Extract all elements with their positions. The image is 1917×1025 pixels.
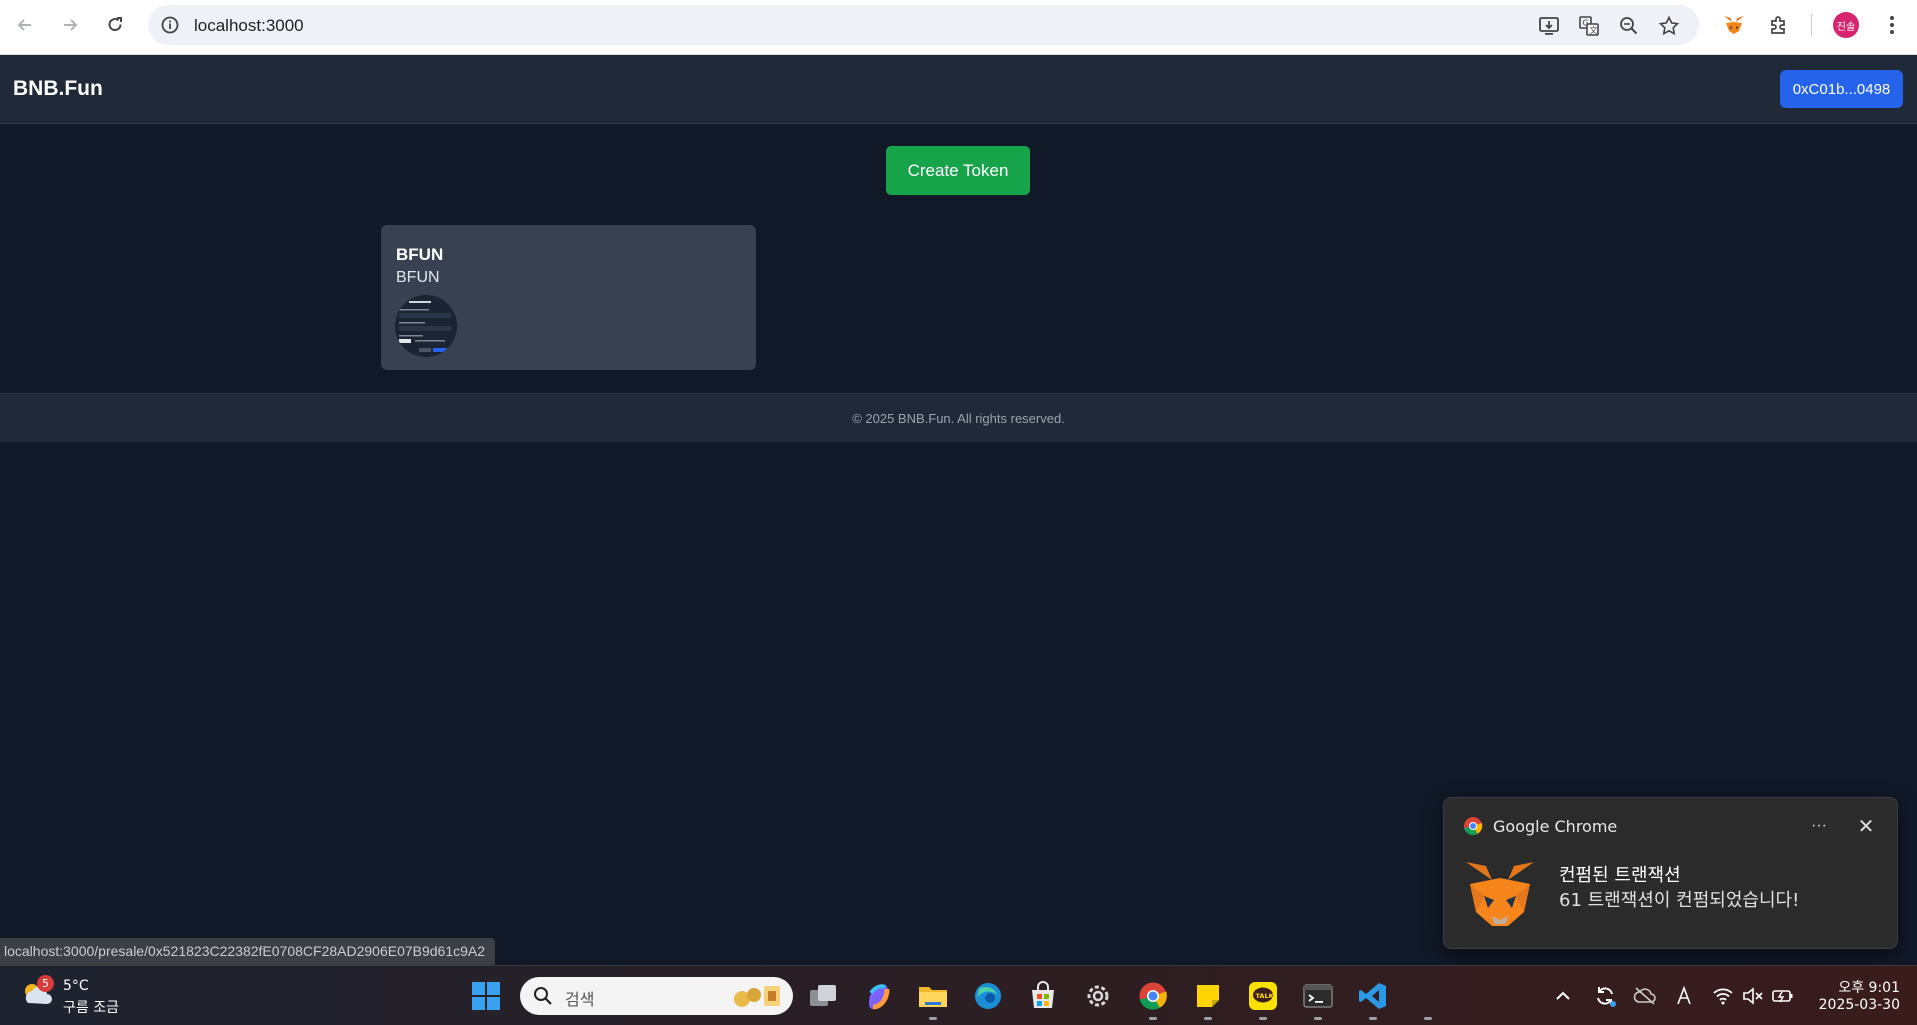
windows-taskbar: 5 5°C 구름 조금 검색 TALK 오후 9:01 2025-03-30 xyxy=(0,965,1917,1025)
close-icon[interactable]: ✕ xyxy=(1851,812,1881,840)
settings-gear-icon[interactable] xyxy=(1080,978,1116,1014)
weather-alert-badge: 5 xyxy=(37,975,54,992)
file-explorer-icon[interactable] xyxy=(915,978,951,1014)
taskbar-search[interactable]: 검색 xyxy=(520,977,793,1015)
vscode-icon[interactable] xyxy=(1355,978,1391,1014)
copyright-text: © 2025 BNB.Fun. All rights reserved. xyxy=(852,411,1065,426)
svg-text:文: 文 xyxy=(1590,25,1598,35)
chrome-notification[interactable]: Google Chrome ··· ✕ 컨펌된 트랜잭션 61 트랜잭션이 컨펌… xyxy=(1443,797,1898,949)
info-icon[interactable] xyxy=(160,15,180,35)
kakaotalk-icon[interactable]: TALK xyxy=(1245,978,1281,1014)
back-button[interactable] xyxy=(10,10,40,40)
reload-button[interactable] xyxy=(100,10,130,40)
svg-text:TALK: TALK xyxy=(1256,992,1275,1000)
search-highlight-icon xyxy=(734,986,780,1007)
token-image xyxy=(395,295,457,357)
notification-body: 61 트랜잭션이 컨펌되었습니다! xyxy=(1559,890,1800,911)
ime-language-icon[interactable] xyxy=(1671,983,1697,1009)
microsoft-store-icon[interactable] xyxy=(1025,978,1061,1014)
zoom-icon[interactable] xyxy=(1616,13,1642,39)
running-indicator xyxy=(1259,1017,1267,1020)
volume-muted-icon[interactable] xyxy=(1740,983,1766,1009)
terminal-icon[interactable] xyxy=(1300,978,1336,1014)
token-card[interactable]: BFUN BFUN xyxy=(381,225,756,370)
arrow-left-icon xyxy=(17,19,31,31)
running-indicator xyxy=(1204,1017,1212,1020)
clock-time[interactable]: 오후 9:01 xyxy=(1830,977,1900,997)
brand-logo[interactable]: BNB.Fun xyxy=(13,77,103,101)
bookmark-star-icon[interactable] xyxy=(1656,13,1682,39)
forward-button[interactable] xyxy=(55,10,85,40)
wifi-icon[interactable] xyxy=(1710,983,1736,1009)
running-indicator xyxy=(1424,1017,1432,1020)
windows-start-icon[interactable] xyxy=(471,981,501,1011)
link-status-bubble: localhost:3000/presale/0x521823C22382fE0… xyxy=(0,938,496,965)
copilot-icon[interactable] xyxy=(860,978,896,1014)
sticky-notes-icon[interactable] xyxy=(1190,978,1226,1014)
metamask-extension-icon[interactable] xyxy=(1720,11,1748,39)
sync-icon[interactable] xyxy=(1592,983,1618,1009)
chrome-taskbar-icon[interactable] xyxy=(1135,978,1171,1014)
clock-date[interactable]: 2025-03-30 xyxy=(1810,997,1900,1013)
running-indicator xyxy=(1369,1017,1377,1020)
install-app-icon[interactable] xyxy=(1536,13,1562,39)
create-token-button[interactable]: Create Token xyxy=(886,146,1030,195)
running-indicator xyxy=(1149,1017,1157,1020)
translate-icon[interactable]: G文 xyxy=(1576,13,1602,39)
token-name: BFUN xyxy=(396,245,444,264)
chrome-logo-icon xyxy=(1464,817,1483,836)
app-header: BNB.Fun 0xC01b...0498 xyxy=(0,55,1917,124)
running-indicator xyxy=(929,1017,937,1020)
notification-app-name: Google Chrome xyxy=(1493,817,1618,836)
search-placeholder: 검색 xyxy=(565,990,595,1009)
menu-kebab-icon[interactable] xyxy=(1878,11,1906,39)
token-symbol: BFUN xyxy=(396,269,440,286)
profile-avatar[interactable]: 진솔 xyxy=(1833,12,1859,38)
extensions-puzzle-icon[interactable] xyxy=(1765,11,1793,39)
wallet-address-button[interactable]: 0xC01b...0498 xyxy=(1780,70,1903,108)
browser-toolbar: localhost:3000 G文 진솔 xyxy=(0,0,1917,55)
url-text[interactable]: localhost:3000 xyxy=(194,16,304,36)
weather-description[interactable]: 구름 조금 xyxy=(63,997,119,1017)
chevron-up-icon[interactable] xyxy=(1550,983,1576,1009)
metamask-fox-icon xyxy=(1466,862,1534,926)
battery-charging-icon[interactable] xyxy=(1770,983,1796,1009)
arrow-right-icon xyxy=(64,19,78,31)
more-options-icon[interactable]: ··· xyxy=(1804,812,1834,840)
address-bar[interactable]: localhost:3000 G文 xyxy=(148,5,1699,45)
svg-text:G: G xyxy=(1583,19,1589,28)
app-footer: © 2025 BNB.Fun. All rights reserved. xyxy=(0,393,1917,442)
task-view-icon[interactable] xyxy=(805,978,841,1014)
notification-title: 컨펌된 트랜잭션 xyxy=(1559,865,1681,886)
cloud-offline-icon[interactable] xyxy=(1632,983,1658,1009)
edge-browser-icon[interactable] xyxy=(970,978,1006,1014)
reload-icon xyxy=(108,17,122,32)
weather-temperature[interactable]: 5°C xyxy=(63,978,89,994)
toolbar-separator xyxy=(1811,14,1812,36)
search-icon xyxy=(534,987,552,1005)
running-indicator xyxy=(1314,1017,1322,1020)
